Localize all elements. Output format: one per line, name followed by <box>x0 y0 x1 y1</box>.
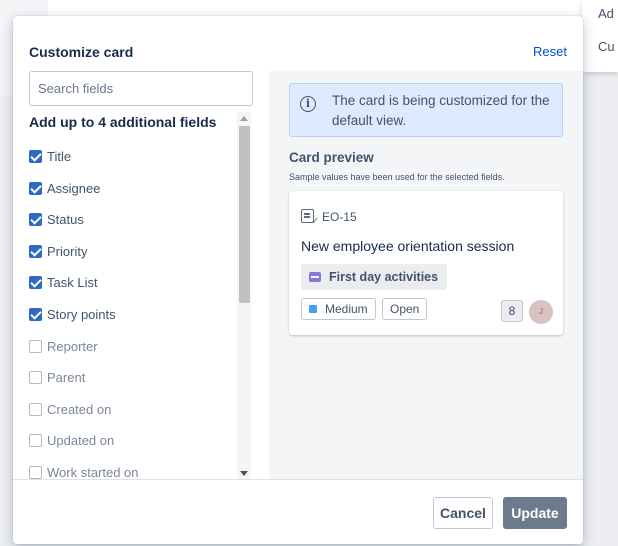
field-checkbox[interactable] <box>29 370 42 384</box>
field-option[interactable]: Updated on <box>29 430 114 450</box>
priority-label: Medium <box>325 302 368 316</box>
card-title: New employee orientation session <box>301 238 515 254</box>
task-check-icon: ✓ <box>311 216 320 227</box>
field-list: Title Assignee Status Priority Task List Stor… <box>29 140 251 480</box>
reset-link[interactable]: Reset <box>533 44 567 59</box>
info-message: i The card is being customized for the d… <box>289 83 563 137</box>
field-option-label: Priority <box>47 243 88 259</box>
story-points-badge: 8 <box>501 300 523 322</box>
task-list-label: First day activities <box>329 270 439 284</box>
background-header <box>48 0 584 16</box>
status-label: Open <box>390 302 420 316</box>
search-fields-input[interactable] <box>29 71 253 106</box>
field-option-label: Assignee <box>47 180 101 196</box>
field-option-label: Parent <box>47 369 86 385</box>
scroll-down-arrow-icon[interactable] <box>240 471 248 476</box>
card-key: EO-15 <box>322 210 357 224</box>
fields-heading: Add up to 4 additional fields <box>29 114 217 130</box>
cancel-button[interactable]: Cancel <box>433 497 493 529</box>
preview-card: ✓ EO-15 New employee orientation session… <box>289 191 563 335</box>
field-option-label: Reporter <box>47 338 98 354</box>
field-option[interactable]: Story points <box>29 304 116 324</box>
field-option[interactable]: Title <box>29 146 71 166</box>
priority-medium-icon <box>309 305 317 313</box>
field-option-label: Work started on <box>47 464 139 480</box>
field-option-label: Title <box>47 148 72 164</box>
field-checkbox[interactable] <box>29 402 42 416</box>
field-checkbox[interactable] <box>29 465 42 479</box>
task-list-icon <box>309 272 321 282</box>
field-option-label: Updated on <box>47 432 115 448</box>
card-preview-subtitle: Sample values have been used for the sel… <box>289 172 505 182</box>
update-button[interactable]: Update <box>503 497 567 529</box>
field-option-label: Created on <box>47 401 112 417</box>
background-menu-item[interactable]: Ad <box>598 6 614 21</box>
field-checkbox[interactable] <box>29 433 42 447</box>
field-option-label: Status <box>47 211 84 227</box>
priority-pill: Medium <box>301 298 376 320</box>
field-option[interactable]: Assignee <box>29 178 100 198</box>
card-preview-title: Card preview <box>289 150 374 165</box>
field-option[interactable]: Priority <box>29 241 87 261</box>
field-list-scrollbar[interactable] <box>237 112 251 480</box>
field-checkbox[interactable] <box>29 307 42 321</box>
field-checkbox[interactable] <box>29 212 42 226</box>
info-text: The card is being customized for the def… <box>332 93 550 128</box>
dialog-title: Customize card <box>29 44 134 60</box>
customize-card-dialog: Customize card Reset Add up to 4 additio… <box>13 16 583 544</box>
field-option[interactable]: Status <box>29 209 84 229</box>
field-option[interactable]: Parent <box>29 367 85 387</box>
avatar: J <box>529 300 553 324</box>
field-option[interactable]: Task List <box>29 272 98 292</box>
task-list-badge: First day activities <box>301 264 448 290</box>
field-checkbox[interactable] <box>29 339 42 353</box>
preview-pane: i The card is being customized for the d… <box>269 71 583 479</box>
background-menu-item[interactable]: Cu <box>598 39 615 54</box>
info-icon: i <box>300 96 316 112</box>
field-checkbox[interactable] <box>29 149 42 163</box>
scroll-up-arrow-icon[interactable] <box>240 116 248 121</box>
status-pill: Open <box>382 298 428 320</box>
field-checkbox[interactable] <box>29 275 42 289</box>
field-option[interactable]: Reporter <box>29 336 98 356</box>
field-checkbox[interactable] <box>29 244 42 258</box>
field-checkbox[interactable] <box>29 181 42 195</box>
dialog-footer: Cancel Update <box>13 479 583 544</box>
field-option-label: Task List <box>47 274 98 290</box>
field-option[interactable]: Work started on <box>29 462 139 480</box>
background-menu: Ad Cu <box>582 0 618 72</box>
scroll-thumb[interactable] <box>239 126 250 303</box>
field-option-label: Story points <box>47 306 116 322</box>
field-option[interactable]: Created on <box>29 399 111 419</box>
